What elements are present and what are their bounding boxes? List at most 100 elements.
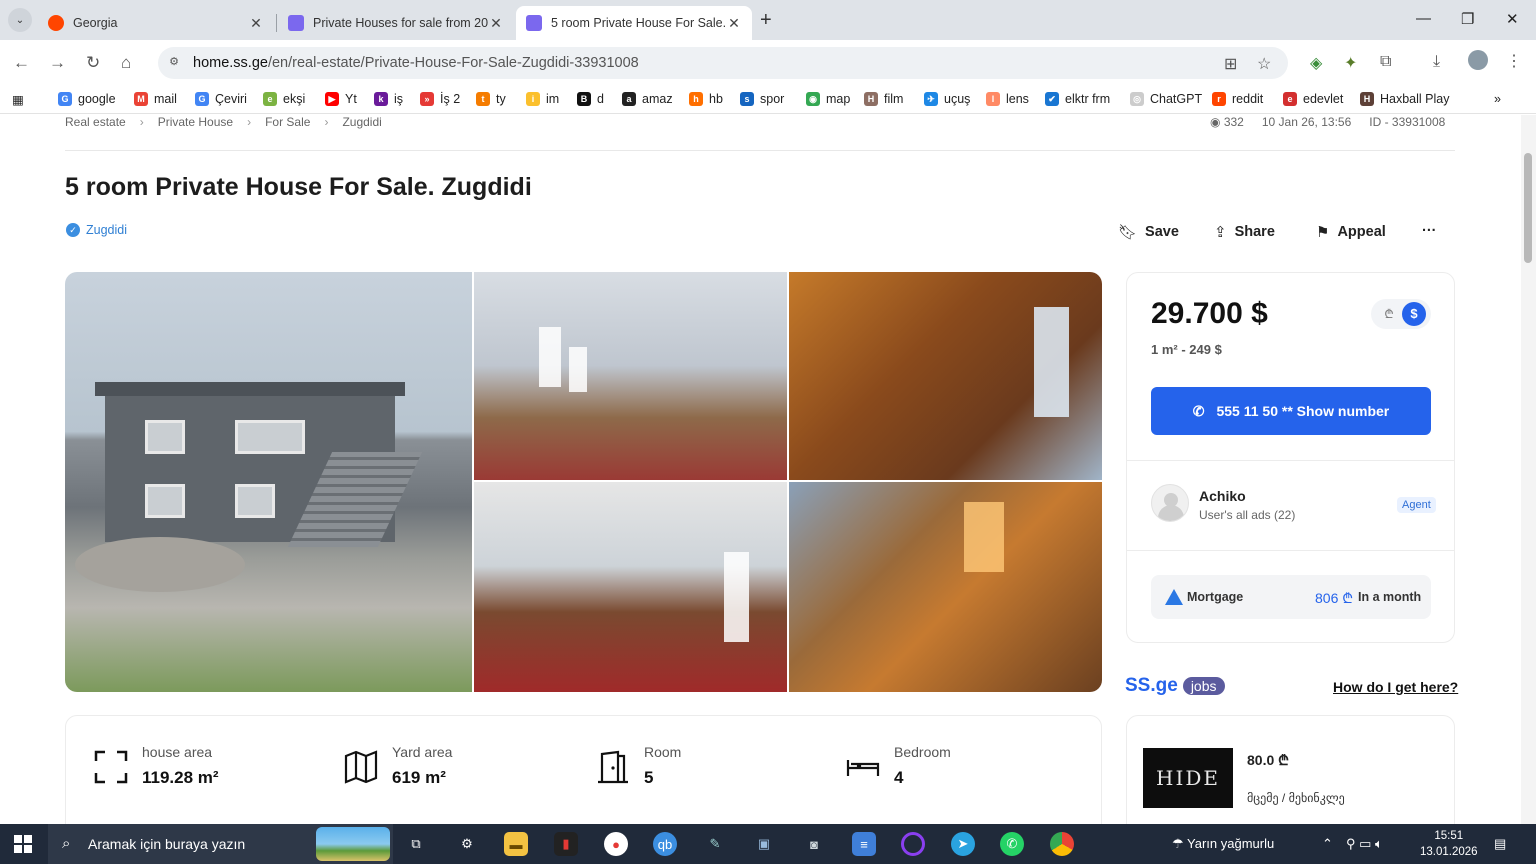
close-tab-icon[interactable]: ✕ bbox=[726, 15, 742, 32]
bookmark-amaz[interactable]: a amaz bbox=[622, 92, 673, 106]
bookmark--eviri[interactable]: G Çeviri bbox=[195, 92, 247, 106]
profile-avatar[interactable] bbox=[1468, 50, 1488, 70]
more-bookmarks-chevron-icon[interactable]: » bbox=[1494, 92, 1501, 106]
forward-arrow-icon[interactable]: → bbox=[49, 53, 66, 73]
bookmark-chatgpt[interactable]: ◎ ChatGPT bbox=[1130, 92, 1202, 106]
site-info-icon[interactable]: ⚙ bbox=[166, 55, 182, 71]
monitor-icon[interactable]: ▣ bbox=[752, 832, 776, 856]
bookmark-hb[interactable]: h hb bbox=[689, 92, 723, 106]
breadcrumb-private-house[interactable]: Private House bbox=[158, 115, 233, 129]
save-button[interactable]: 🔖︎ Save bbox=[1118, 223, 1179, 241]
bookmark-i-2[interactable]: » İş 2 bbox=[420, 92, 460, 106]
usd-currency-option[interactable]: $ bbox=[1402, 302, 1426, 326]
menu-kebab-icon[interactable]: ⋮ bbox=[1506, 51, 1522, 71]
bookmark-spor[interactable]: s spor bbox=[740, 92, 784, 106]
bookmark-lens[interactable]: l lens bbox=[986, 92, 1029, 106]
camera-icon[interactable]: ◙ bbox=[802, 832, 826, 856]
apps-grid-icon[interactable]: ▦ bbox=[12, 92, 24, 107]
bookmark-map[interactable]: ◉ map bbox=[806, 92, 850, 106]
tab-5-room-house[interactable]: 5 room Private House For Sale. ✕ bbox=[516, 6, 752, 40]
home-icon[interactable]: ⌂ bbox=[121, 53, 131, 73]
how-do-i-get-here-link[interactable]: How do I get here? bbox=[1333, 679, 1458, 695]
more-options-button[interactable]: ··· bbox=[1422, 223, 1437, 239]
bookmark-film[interactable]: Hfilm bbox=[864, 92, 903, 106]
bookmark-google[interactable]: Ggoogle bbox=[58, 92, 116, 106]
extension-icon[interactable]: ✦ bbox=[1344, 53, 1357, 73]
appeal-button[interactable]: ⚑ Appeal bbox=[1316, 223, 1386, 241]
notepad-icon[interactable]: ≡ bbox=[852, 832, 876, 856]
tab-private-houses[interactable]: Private Houses for sale from 20 ✕ bbox=[278, 6, 514, 40]
tab-divider bbox=[276, 14, 277, 32]
scrollbar-thumb[interactable] bbox=[1524, 153, 1532, 263]
weather-widget[interactable]: ☂ Yarın yağmurlu bbox=[1172, 836, 1274, 852]
bookmark-haxball-play[interactable]: H Haxball Play bbox=[1360, 92, 1449, 106]
bookmark-ek-i[interactable]: e ekşi bbox=[263, 92, 305, 106]
task-view-icon[interactable]: ⧉ bbox=[404, 832, 428, 856]
extension-icon[interactable]: ◈ bbox=[1310, 53, 1322, 73]
tab-georgia[interactable]: Georgia ✕ bbox=[38, 6, 274, 40]
circle-app-icon[interactable] bbox=[901, 832, 925, 856]
page-scrollbar[interactable] bbox=[1521, 115, 1536, 825]
job-card[interactable]: HIDE 80.0 ₾ მცემე / მეხინკლე bbox=[1126, 715, 1455, 825]
photo-bedroom-3[interactable] bbox=[789, 482, 1102, 692]
seller-ads-link[interactable]: User's all ads (22) bbox=[1199, 508, 1295, 522]
back-arrow-icon[interactable]: ← bbox=[13, 53, 30, 73]
photo-bedroom-1[interactable] bbox=[789, 272, 1102, 480]
main-photo[interactable] bbox=[65, 272, 472, 692]
whatsapp-icon[interactable]: ✆ bbox=[1000, 832, 1024, 856]
url-text[interactable]: home.ss.ge/en/real-estate/Private-House-… bbox=[193, 55, 639, 71]
app-icon[interactable]: ▮ bbox=[554, 832, 578, 856]
seller-name[interactable]: Achiko bbox=[1199, 488, 1246, 504]
photo-living-room[interactable] bbox=[474, 272, 787, 480]
close-window-icon[interactable]: ✕ bbox=[1506, 10, 1519, 28]
breadcrumb-for-sale[interactable]: For Sale bbox=[265, 115, 310, 129]
bookmark-star-icon[interactable]: ☆ bbox=[1257, 54, 1271, 74]
download-icon[interactable]: ⤓ bbox=[1433, 53, 1440, 71]
file-explorer-icon[interactable]: ▬ bbox=[504, 832, 528, 856]
breadcrumb-zugdidi[interactable]: Zugdidi bbox=[342, 115, 381, 129]
ssge-jobs-logo[interactable]: SS.ge jobs bbox=[1125, 675, 1225, 697]
close-tab-icon[interactable]: ✕ bbox=[248, 15, 264, 32]
show-number-button[interactable]: ✆ 555 11 50 ** Show number bbox=[1151, 387, 1431, 435]
qbittorrent-icon[interactable]: qb bbox=[653, 832, 677, 856]
bookmark-d[interactable]: Bd bbox=[577, 92, 604, 106]
bookmark-im[interactable]: i im bbox=[526, 92, 559, 106]
tab-search-button[interactable]: ⌄ bbox=[8, 8, 32, 32]
notification-icon[interactable]: ▤ bbox=[1494, 836, 1506, 852]
windows-start-icon[interactable] bbox=[14, 835, 32, 853]
breadcrumb-real-estate[interactable]: Real estate bbox=[65, 115, 126, 129]
new-tab-button[interactable]: + bbox=[760, 9, 772, 32]
close-tab-icon[interactable]: ✕ bbox=[488, 15, 504, 32]
tray-chevron-icon[interactable]: ⌃ bbox=[1322, 836, 1333, 852]
gel-currency-option[interactable]: ₾ bbox=[1379, 304, 1399, 324]
minimize-icon[interactable]: — bbox=[1416, 10, 1431, 27]
record-icon[interactable]: ● bbox=[604, 832, 628, 856]
address-bar[interactable]: ⚙ home.ss.ge/en/real-estate/Private-Hous… bbox=[158, 47, 1288, 79]
paint-icon[interactable]: ✎ bbox=[703, 832, 727, 856]
maximize-icon[interactable]: ❐ bbox=[1461, 10, 1474, 28]
translate-icon[interactable]: ⊞ bbox=[1224, 54, 1237, 74]
chrome-icon[interactable] bbox=[1050, 832, 1074, 856]
seller-avatar[interactable] bbox=[1151, 484, 1189, 522]
clock[interactable]: 15:51 13.01.2026 bbox=[1420, 828, 1478, 860]
bookmark-yt[interactable]: ▶ Yt bbox=[325, 92, 357, 106]
currency-toggle[interactable]: ₾ $ bbox=[1371, 299, 1431, 329]
bookmark-favicon-icon: H bbox=[864, 92, 878, 106]
share-button[interactable]: ⇪ Share bbox=[1214, 223, 1275, 241]
bookmark-elktr-frm[interactable]: ✔ elktr frm bbox=[1045, 92, 1110, 106]
bookmark-ty[interactable]: t ty bbox=[476, 92, 506, 106]
reload-icon[interactable]: ↻ bbox=[86, 53, 100, 73]
bookmark-reddit[interactable]: r reddit bbox=[1212, 92, 1263, 106]
tray-icons[interactable]: ⚲ ▭ 🔈︎ bbox=[1346, 836, 1383, 852]
bookmark-mail[interactable]: Mmail bbox=[134, 92, 177, 106]
mortgage-box[interactable]: Mortgage 806 ₾ In a month bbox=[1151, 575, 1431, 619]
bookmark-i-[interactable]: k iş bbox=[374, 92, 403, 106]
location[interactable]: ✓ Zugdidi bbox=[66, 223, 127, 237]
taskbar-search[interactable]: ⌕ Aramak için buraya yazın bbox=[48, 824, 393, 864]
bookmark-edevlet[interactable]: e edevlet bbox=[1283, 92, 1343, 106]
photo-bedroom-2[interactable] bbox=[474, 482, 787, 692]
bookmark-u-u-[interactable]: ✈ uçuş bbox=[924, 92, 970, 106]
extensions-puzzle-icon[interactable]: ⧉ bbox=[1380, 53, 1391, 71]
settings-gear-icon[interactable]: ⚙ bbox=[455, 832, 479, 856]
telegram-icon[interactable]: ➤ bbox=[951, 832, 975, 856]
